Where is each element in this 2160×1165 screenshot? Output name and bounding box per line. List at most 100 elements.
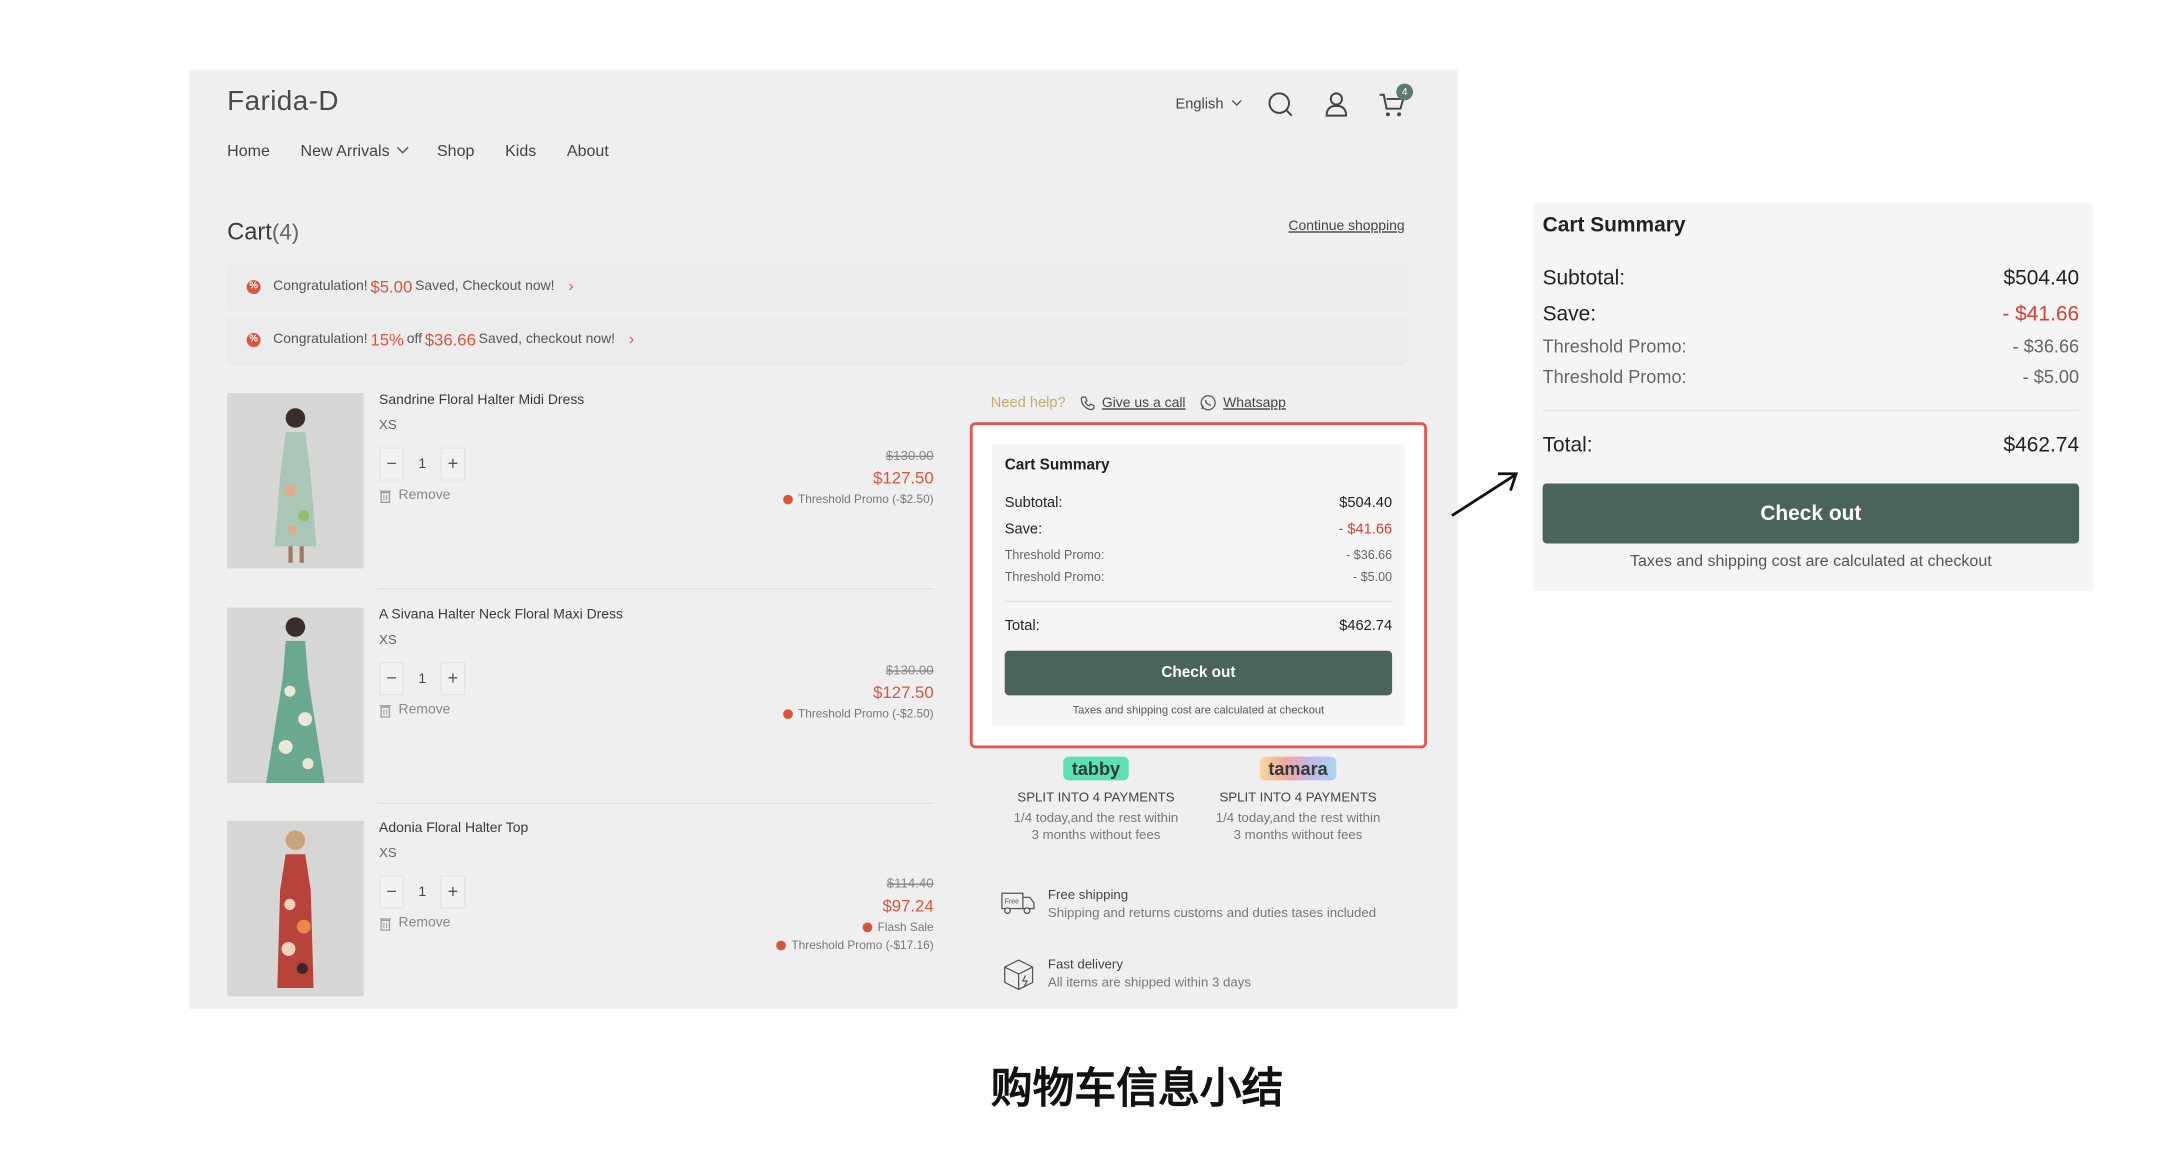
promo-tag: Threshold Promo (-$2.50) [782, 707, 934, 720]
payment-desc-line: 1/4 today,and the rest within [1013, 811, 1179, 827]
price-block: $114.40 $97.24 Flash Sale Threshold Prom… [776, 877, 934, 952]
save-row: Save: - $41.66 [1005, 521, 1392, 538]
product-name[interactable]: Adonia Floral Halter Top [379, 821, 528, 836]
tax-note: Taxes and shipping cost are calculated a… [1072, 703, 1325, 717]
search-icon[interactable] [1265, 89, 1296, 120]
promo-percent: 15% [370, 329, 404, 350]
total-label: Total: [1004, 617, 1040, 635]
product-name[interactable]: Sandrine Floral Halter Midi Dress [379, 393, 584, 408]
discount-badge-icon [782, 493, 793, 504]
nav-new-arrivals[interactable]: New Arrivals [301, 141, 409, 160]
remove-button[interactable]: Remove [379, 488, 450, 503]
slide-caption: 购物车信息小结 [990, 1064, 1284, 1114]
promo-label: Threshold Promo: [1542, 366, 1687, 388]
continue-shopping-link[interactable]: Continue shopping [1288, 219, 1404, 234]
cart-summary: Cart Summary Subtotal: $504.40 Save: - $41… [992, 444, 1405, 727]
flash-sale-icon [862, 921, 873, 932]
summary-title: Cart Summary [1542, 213, 1686, 237]
account-icon[interactable] [1321, 89, 1352, 120]
quantity-stepper: − 1 + [379, 661, 466, 696]
subtotal-row: Subtotal: $504.40 [1543, 266, 2079, 290]
product-name[interactable]: A Sivana Halter Neck Floral Maxi Dress [379, 608, 623, 623]
save-label: Save: [1004, 521, 1043, 538]
product-image[interactable] [227, 607, 364, 784]
discount-badge-icon: % [246, 279, 261, 294]
language-selector[interactable]: English [1175, 95, 1242, 113]
payment-description: 1/4 today,and the rest within 3 months wi… [995, 811, 1197, 844]
nav-home[interactable]: Home [227, 144, 270, 161]
nav-shop[interactable]: Shop [437, 144, 474, 161]
store-screenshot: Farida-D Home New Arrivals Shop Kids Abo… [189, 69, 1458, 1009]
save-row: Save: - $41.66 [1543, 302, 2079, 326]
save-value: - $41.66 [1338, 521, 1393, 538]
cart-count: (4) [271, 221, 300, 246]
promo-value: - $36.66 [1346, 547, 1393, 562]
promo-banner[interactable]: % Congratulation! 15% off $36.66 Saved, … [227, 316, 1407, 363]
original-price: $114.40 [886, 876, 934, 892]
promo-tag: Threshold Promo (-$17.16) [776, 938, 934, 952]
product-image[interactable] [227, 820, 364, 997]
promo-value: - $5.00 [2022, 366, 2080, 388]
feature-title: Fast delivery [1047, 957, 1123, 973]
promo-value: - $36.66 [2012, 335, 2080, 357]
promo-suffix: Saved, Checkout now! [415, 278, 555, 295]
free-shipping-feature: Free Free shipping Shipping and returns … [1001, 888, 1383, 923]
nav-kids[interactable]: Kids [505, 144, 536, 161]
cart-item: Sandrine Floral Halter Midi Dress XS − 1… [227, 392, 934, 570]
quantity-value[interactable]: 1 [404, 456, 440, 471]
promo-prefix: Congratulation! [273, 331, 368, 347]
summary-title: Cart Summary [1004, 457, 1110, 474]
header-actions: English 4 [1175, 83, 1414, 120]
total-value: $462.74 [1339, 617, 1393, 635]
language-label: English [1175, 96, 1224, 113]
increase-qty-button[interactable]: + [440, 875, 466, 909]
remove-button[interactable]: Remove [379, 916, 450, 931]
nav-about[interactable]: About [567, 144, 609, 161]
free-shipping-truck-icon: Free [1001, 892, 1035, 915]
call-link[interactable]: Give us a call [1080, 395, 1186, 410]
whatsapp-label: Whatsapp [1223, 395, 1286, 411]
checkout-button[interactable]: Check out [1542, 483, 2080, 544]
promo-label: Threshold Promo: [1004, 547, 1105, 562]
increase-qty-button[interactable]: + [440, 661, 466, 696]
increase-qty-button[interactable]: + [440, 447, 466, 481]
payment-desc-line: 3 months without fees [1233, 827, 1363, 844]
product-size: XS [379, 418, 397, 434]
chevron-right-icon: › [568, 278, 574, 295]
feature-description: All items are shipped within 3 days [1047, 975, 1252, 991]
sale-price: $97.24 [882, 896, 934, 916]
need-help-label: Need help? [990, 394, 1066, 412]
discount-badge-icon [776, 939, 786, 950]
tabby-logo: tabby [1063, 756, 1129, 781]
threshold-promo-row: Threshold Promo: - $5.00 [1543, 366, 2079, 387]
decrease-qty-button[interactable]: − [379, 661, 405, 696]
quantity-stepper: − 1 + [379, 875, 466, 909]
tamara-logo: tamara [1259, 756, 1337, 781]
flash-sale-tag: Flash Sale [776, 920, 934, 934]
decrease-qty-button[interactable]: − [379, 875, 405, 909]
quantity-value[interactable]: 1 [404, 671, 440, 686]
pointer-arrow-icon [1451, 472, 1519, 517]
total-row: Total: $462.74 [1543, 433, 2079, 457]
promo-label: Threshold Promo: [1004, 569, 1105, 584]
subtotal-label: Subtotal: [1004, 494, 1063, 512]
stage: Farida-D Home New Arrivals Shop Kids Abo… [0, 0, 2160, 1165]
checkout-button[interactable]: Check out [1004, 650, 1393, 696]
remove-label: Remove [398, 702, 451, 718]
remove-button[interactable]: Remove [379, 702, 451, 718]
brand-logo[interactable]: Farida-D [227, 86, 339, 118]
cart-summary-zoomed: Cart Summary Subtotal: $504.40 Save: - $41… [1532, 203, 2094, 591]
promo-banner[interactable]: % Congratulation! $5.00 Saved, Checkout … [227, 263, 1407, 310]
total-value: $462.74 [2003, 433, 2080, 458]
trash-icon [379, 489, 391, 503]
save-value: - $41.66 [2002, 302, 2080, 327]
chevron-down-icon [396, 141, 409, 154]
product-image[interactable] [227, 392, 364, 569]
trash-icon [379, 917, 391, 931]
summary-divider [1542, 409, 2080, 412]
decrease-qty-button[interactable]: − [379, 447, 405, 481]
cart-icon[interactable]: 4 [1377, 83, 1414, 120]
quantity-value[interactable]: 1 [404, 884, 440, 899]
promo-amount: $5.00 [370, 276, 413, 297]
whatsapp-link[interactable]: Whatsapp [1199, 394, 1286, 411]
